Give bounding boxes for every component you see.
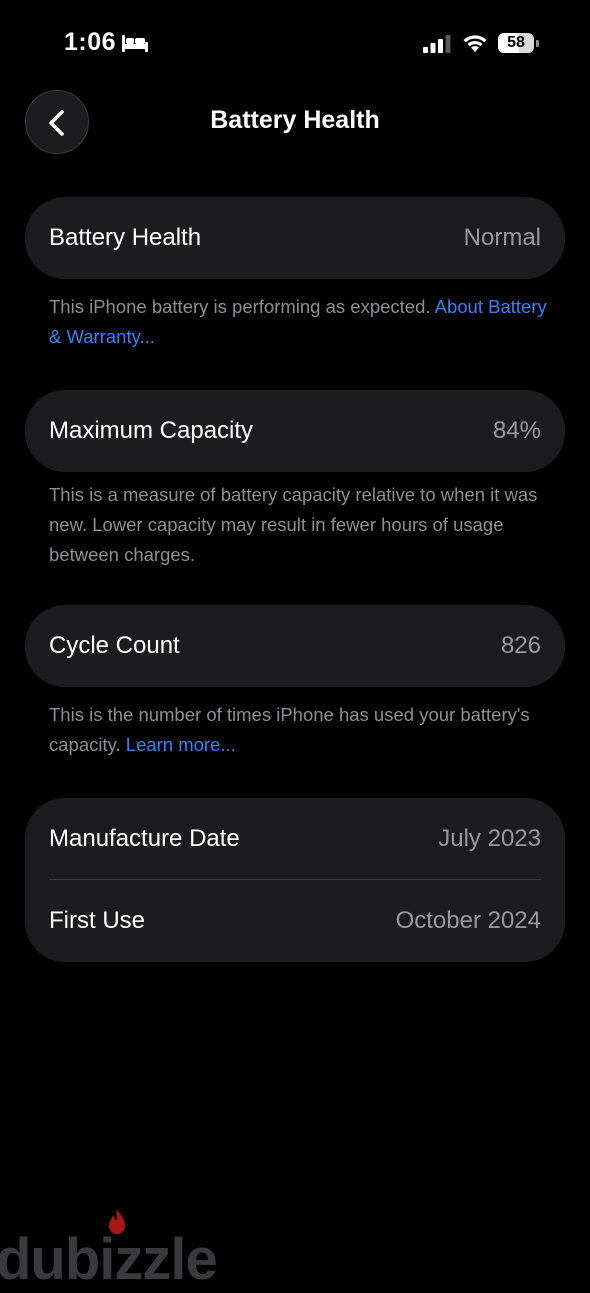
cycle-count-footnote-text: This is the number of times iPhone has u… — [49, 704, 530, 755]
cycle-count-label: Cycle Count — [49, 632, 180, 659]
battery-health-label: Battery Health — [49, 224, 202, 251]
dubizzle-watermark: dubizzle — [0, 1209, 250, 1292]
battery-health-value: Normal — [463, 224, 541, 251]
manufacture-date-label: Manufacture Date — [49, 825, 240, 852]
flame-icon — [109, 1209, 125, 1234]
page-title: Battery Health — [210, 106, 380, 134]
maximum-capacity-row: Maximum Capacity 84% — [49, 390, 541, 472]
manufacture-date-row: Manufacture Date July 2023 — [49, 798, 541, 880]
battery-health-footnote: This iPhone battery is performing as exp… — [49, 292, 549, 352]
maximum-capacity-footnote: This is a measure of battery capacity re… — [49, 480, 549, 570]
manufacture-date-value: July 2023 — [438, 825, 541, 852]
maximum-capacity-value: 84% — [492, 417, 541, 444]
cycle-count-value: 826 — [500, 632, 541, 659]
cycle-count-footnote: This is the number of times iPhone has u… — [49, 700, 549, 760]
battery-health-footnote-text: This iPhone battery is performing as exp… — [49, 296, 435, 317]
battery-health-row: Battery Health Normal — [49, 197, 541, 279]
maximum-capacity-footnote-text: This is a measure of battery capacity re… — [49, 484, 538, 565]
first-use-label: First Use — [49, 907, 145, 934]
cycle-count-row: Cycle Count 826 — [49, 605, 541, 687]
maximum-capacity-card: Maximum Capacity 84% — [25, 390, 565, 472]
maximum-capacity-label: Maximum Capacity — [49, 417, 254, 444]
learn-more-link[interactable]: Learn more... — [126, 734, 236, 755]
bed-icon — [122, 35, 148, 52]
dates-card: Manufacture Date July 2023 First Use Oct… — [25, 798, 565, 962]
battery-body: 58 — [498, 33, 534, 53]
battery-health-card: Battery Health Normal — [25, 197, 565, 279]
battery-icon: 58 — [498, 33, 540, 55]
first-use-row: First Use October 2024 — [49, 880, 541, 962]
cellular-signal-icon — [423, 35, 451, 53]
battery-cap — [536, 40, 539, 47]
wifi-icon — [463, 35, 487, 52]
battery-percent: 58 — [507, 34, 525, 51]
status-time: 1:06 — [64, 28, 117, 56]
first-use-value: October 2024 — [395, 907, 541, 934]
cycle-count-card: Cycle Count 826 — [25, 605, 565, 687]
status-bar: 1:06 58 — [0, 0, 590, 88]
